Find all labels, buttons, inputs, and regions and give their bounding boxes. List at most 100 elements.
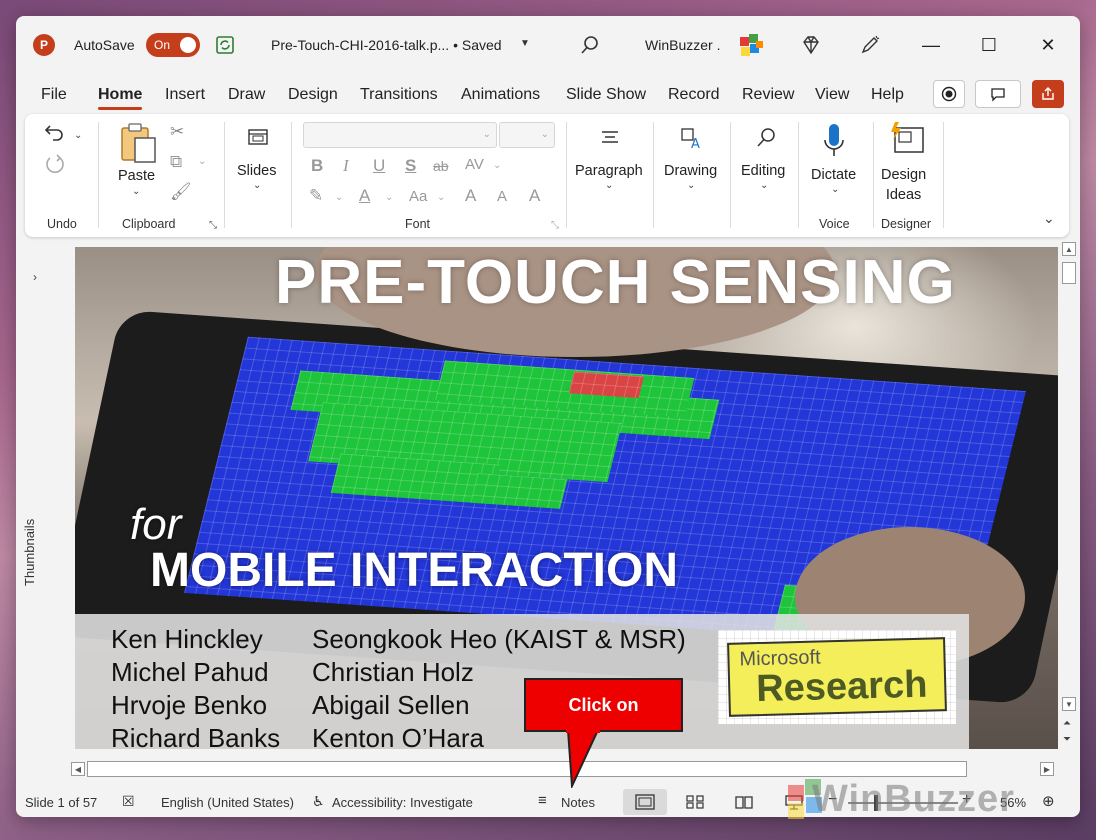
- copy-icon[interactable]: ⧉: [170, 152, 182, 172]
- change-case-dropdown-icon[interactable]: ⌄: [437, 192, 445, 203]
- paragraph-icon[interactable]: [599, 128, 621, 148]
- horizontal-scroll-thumb[interactable]: [87, 761, 967, 777]
- account-name[interactable]: WinBuzzer .: [645, 37, 720, 53]
- chevron-right-icon[interactable]: ›: [33, 270, 37, 284]
- accessibility-status[interactable]: Accessibility: Investigate: [332, 795, 473, 810]
- accessibility-icon[interactable]: ♿: [312, 793, 325, 810]
- tab-transitions[interactable]: Transitions: [360, 86, 438, 104]
- tab-review[interactable]: Review: [742, 86, 794, 104]
- scroll-down-icon[interactable]: ▼: [1062, 697, 1076, 711]
- design-ideas-button-label[interactable]: Design Ideas: [881, 165, 926, 205]
- next-slide-icon[interactable]: ⏷: [1063, 734, 1071, 745]
- font-color-button[interactable]: A: [359, 186, 370, 206]
- cut-icon[interactable]: ✂: [170, 122, 184, 142]
- scroll-up-icon[interactable]: ▲: [1062, 242, 1076, 256]
- copy-dropdown-icon[interactable]: ⌄: [198, 156, 206, 167]
- character-spacing-button[interactable]: AV: [465, 156, 484, 173]
- slide-title[interactable]: PRE-TOUCH SENSING: [275, 247, 956, 318]
- close-button[interactable]: ✕: [1033, 30, 1063, 60]
- undo-icon[interactable]: [43, 122, 67, 144]
- comments-button[interactable]: [975, 80, 1021, 108]
- font-name-dropdown-icon[interactable]: ⌄: [483, 129, 491, 140]
- dictate-button-label[interactable]: Dictate: [811, 167, 856, 183]
- ribbon-collapse-icon[interactable]: ⌄: [1043, 210, 1055, 227]
- maximize-button[interactable]: ☐: [974, 30, 1004, 60]
- change-case-button[interactable]: Aa: [409, 188, 427, 205]
- record-button[interactable]: [933, 80, 965, 108]
- font-color-dropdown-icon[interactable]: ⌄: [385, 192, 393, 203]
- slides-icon[interactable]: [247, 128, 269, 148]
- scroll-right-icon[interactable]: ▶: [1040, 762, 1054, 776]
- slides-button-label[interactable]: Slides: [237, 163, 277, 179]
- editing-dropdown-icon[interactable]: ⌄: [760, 180, 768, 191]
- font-name-combo[interactable]: ⌄: [303, 122, 497, 148]
- pen-icon[interactable]: [859, 34, 881, 56]
- format-painter-icon[interactable]: 🖌: [170, 182, 192, 202]
- paste-dropdown-icon[interactable]: ⌄: [132, 186, 140, 197]
- paste-button-label[interactable]: Paste: [118, 168, 155, 184]
- font-size-combo[interactable]: ⌄: [499, 122, 555, 148]
- fit-to-window-icon[interactable]: ⊕: [1042, 792, 1055, 810]
- clear-formatting-button[interactable]: A: [529, 186, 540, 206]
- spacing-dropdown-icon[interactable]: ⌄: [493, 160, 501, 171]
- tab-design[interactable]: Design: [288, 86, 338, 104]
- dictate-dropdown-icon[interactable]: ⌄: [831, 184, 839, 195]
- decrease-font-button[interactable]: A: [497, 188, 507, 205]
- bold-button[interactable]: B: [311, 156, 323, 176]
- tab-draw[interactable]: Draw: [228, 86, 265, 104]
- scroll-left-icon[interactable]: ◀: [71, 762, 85, 776]
- drawing-dropdown-icon[interactable]: ⌄: [687, 180, 695, 191]
- vertical-scrollbar[interactable]: ▲ ▼ ⏶ ⏷: [1059, 240, 1079, 760]
- spell-check-icon[interactable]: ☒: [122, 793, 135, 810]
- avatar[interactable]: [736, 31, 766, 61]
- tab-animations[interactable]: Animations: [461, 86, 540, 104]
- tab-home[interactable]: Home: [98, 86, 143, 110]
- tab-slide-show[interactable]: Slide Show: [566, 86, 646, 104]
- microphone-icon[interactable]: [821, 122, 847, 162]
- underline-button[interactable]: U: [373, 156, 385, 176]
- strikethrough-button[interactable]: ab: [433, 158, 449, 174]
- shadow-button[interactable]: S: [405, 156, 416, 176]
- tab-file[interactable]: File: [41, 86, 67, 104]
- font-launcher-icon[interactable]: ⤡: [551, 220, 559, 231]
- autosave-toggle[interactable]: On: [146, 33, 200, 57]
- clipboard-launcher-icon[interactable]: ⤡: [209, 220, 217, 231]
- reading-view-button[interactable]: [722, 789, 766, 815]
- language-indicator[interactable]: English (United States): [161, 795, 294, 810]
- design-ideas-icon[interactable]: [887, 120, 927, 158]
- previous-slide-icon[interactable]: ⏶: [1063, 718, 1071, 729]
- highlight-icon[interactable]: ✎: [309, 186, 323, 206]
- paragraph-button-label[interactable]: Paragraph: [575, 163, 643, 179]
- diamond-icon[interactable]: [800, 34, 822, 56]
- redo-icon[interactable]: [43, 152, 67, 176]
- font-size-dropdown-icon[interactable]: ⌄: [541, 129, 549, 140]
- notes-icon[interactable]: ≡: [538, 792, 547, 809]
- slides-dropdown-icon[interactable]: ⌄: [253, 180, 261, 191]
- editing-search-icon[interactable]: [754, 126, 778, 150]
- tab-help[interactable]: Help: [871, 86, 904, 104]
- editing-button-label[interactable]: Editing: [741, 163, 785, 179]
- drawing-icon[interactable]: A: [679, 126, 703, 150]
- tab-insert[interactable]: Insert: [165, 86, 205, 104]
- vertical-scroll-thumb[interactable]: [1062, 262, 1076, 284]
- increase-font-button[interactable]: A: [465, 186, 476, 206]
- paste-icon[interactable]: [118, 122, 158, 166]
- document-title[interactable]: Pre-Touch-CHI-2016-talk.p... • Saved: [271, 37, 502, 53]
- minimize-button[interactable]: —: [916, 30, 946, 60]
- drawing-button-label[interactable]: Drawing: [664, 163, 717, 179]
- slide-canvas[interactable]: PRE-TOUCH SENSING for MOBILE INTERACTION…: [75, 247, 1058, 749]
- highlight-dropdown-icon[interactable]: ⌄: [335, 192, 343, 203]
- notes-button[interactable]: Notes: [561, 795, 595, 810]
- chevron-down-icon[interactable]: ▼: [520, 38, 530, 49]
- slide-sorter-button[interactable]: [673, 789, 717, 815]
- thumbnails-pane[interactable]: › Thumbnails: [16, 240, 60, 780]
- undo-dropdown-icon[interactable]: ⌄: [74, 130, 82, 141]
- search-icon[interactable]: [579, 34, 601, 56]
- italic-button[interactable]: I: [343, 156, 349, 176]
- slide-subtitle[interactable]: MOBILE INTERACTION: [150, 543, 678, 598]
- tab-record[interactable]: Record: [668, 86, 720, 104]
- sync-icon[interactable]: [214, 34, 236, 56]
- tab-view[interactable]: View: [815, 86, 849, 104]
- paragraph-dropdown-icon[interactable]: ⌄: [605, 180, 613, 191]
- share-button[interactable]: [1032, 80, 1064, 108]
